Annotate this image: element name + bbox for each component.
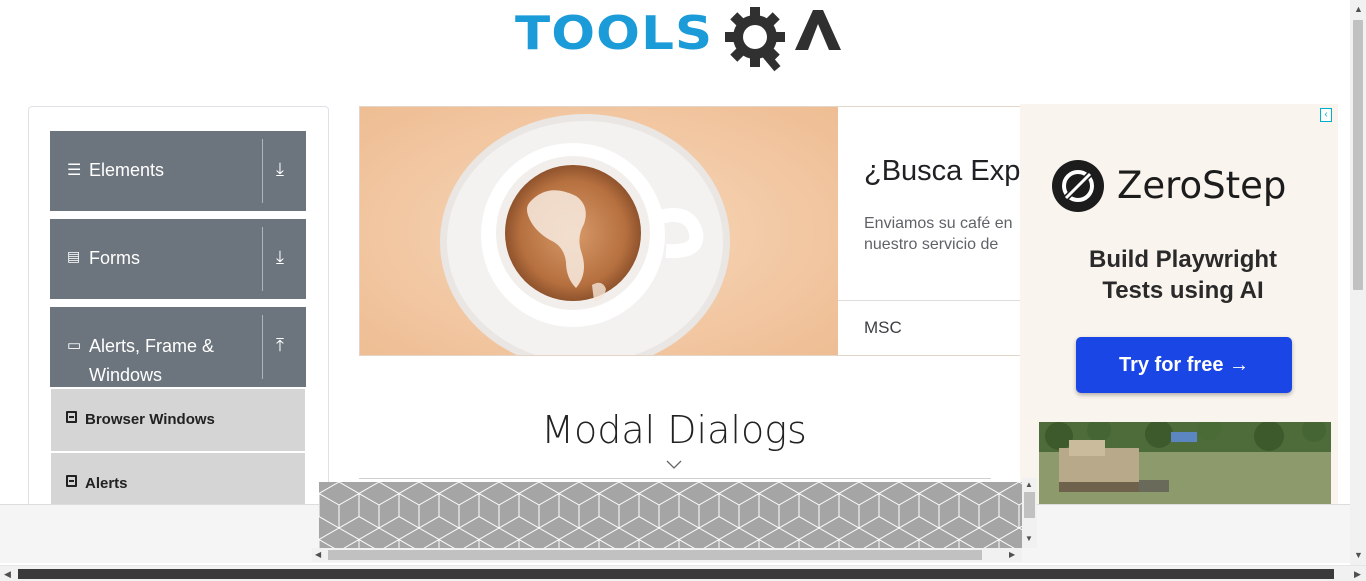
zerostep-logo-icon	[1052, 160, 1104, 212]
upload-arrow-icon[interactable]: ⤒	[276, 335, 284, 356]
window-horizontal-scrollbar[interactable]: ◀ ▶	[0, 565, 1366, 581]
scrollbar-thumb[interactable]	[1353, 20, 1363, 290]
scroll-left-arrow-icon[interactable]: ◀	[315, 550, 321, 560]
sidebar-group-label: Forms	[89, 248, 140, 268]
sidebar-item-label: Browser Windows	[85, 411, 215, 428]
separator	[262, 139, 263, 203]
download-arrow-icon[interactable]: ⤓	[276, 247, 284, 268]
sidebar-item-browser-windows[interactable]: Browser Windows	[51, 389, 305, 451]
ad-frame-horizontal-scrollbar[interactable]: ◀ ▶	[312, 548, 1022, 562]
scroll-down-arrow-icon[interactable]: ▼	[1354, 550, 1363, 560]
ad-description: Enviamos su café en nuestro servicio de	[864, 213, 1013, 255]
sidebar-group-alerts-frame-windows[interactable]: ▭ Alerts, Frame & Windows ⤒	[50, 307, 306, 387]
toolsqa-logo[interactable]: TOOLS	[515, 4, 841, 74]
ad-frame-vertical-scrollbar[interactable]: ▲ ▼	[1022, 478, 1037, 548]
ad-title: ¿Busca Expo	[864, 155, 1022, 187]
sidebar-item-label: Alerts	[85, 475, 128, 492]
scroll-right-arrow-icon[interactable]: ▶	[1009, 550, 1015, 560]
download-arrow-icon[interactable]: ⤓	[276, 159, 284, 180]
tagline-line1: Build Playwright	[1088, 246, 1277, 273]
window-icon: ▭	[67, 337, 82, 354]
adchoices-icon[interactable]: ‹	[1320, 108, 1332, 122]
sidebar-group-label-line2: Windows	[89, 365, 163, 385]
page-title: Modal Dialogs	[541, 408, 807, 452]
sidebar-group-elements[interactable]: ☰ Elements ⤓	[50, 131, 306, 211]
coffee-cup-image	[360, 107, 838, 355]
scroll-up-arrow-icon[interactable]: ▲	[1354, 4, 1363, 14]
chevron-down-icon	[666, 460, 682, 469]
logo-text: TOOLS	[515, 6, 714, 60]
scrollbar-thumb[interactable]	[1024, 492, 1035, 518]
sidebar-group-label-line1: Alerts, Frame &	[89, 336, 215, 356]
gear-magnifier-icon	[725, 7, 841, 72]
tagline-line2: Tests using AI	[1102, 277, 1264, 304]
separator	[262, 227, 263, 291]
ad-divider	[838, 300, 1021, 301]
scrollbar-thumb[interactable]	[18, 569, 1334, 579]
page: TOOLS ☰ Elements ⤓ ▤ Forms ⤓ ▭ Alerts, F…	[0, 0, 1366, 581]
tank-game-image	[1039, 422, 1331, 504]
scroll-up-arrow-icon[interactable]: ▲	[1025, 480, 1033, 490]
ad-brand: MSC	[864, 318, 902, 337]
try-for-free-button[interactable]: Try for free →	[1076, 337, 1292, 393]
window-vertical-scrollbar[interactable]: ▲ ▼	[1350, 0, 1366, 565]
zerostep-tagline: Build Playwright Tests using AI	[1020, 244, 1338, 306]
sidebar-group-forms[interactable]: ▤ Forms ⤓	[50, 219, 306, 299]
ad-banner[interactable]: ¿Busca Expo Enviamos su café en nuestro …	[359, 106, 1022, 356]
bottom-ad-frame[interactable]	[319, 482, 1022, 548]
scroll-left-arrow-icon[interactable]: ◀	[4, 569, 11, 579]
scroll-right-arrow-icon[interactable]: ▶	[1354, 569, 1361, 579]
zerostep-brand: ZeroStep	[1117, 164, 1287, 207]
separator	[262, 315, 263, 379]
zerostep-ad[interactable]: ‹ ZeroStep Build Playwright Tests using …	[1020, 104, 1338, 504]
html5-icon	[66, 411, 77, 423]
ad-desc-line1: Enviamos su café en	[864, 215, 1013, 232]
html5-icon	[66, 475, 77, 487]
document-icon: ▤	[67, 248, 81, 264]
scrollbar-thumb[interactable]	[328, 550, 982, 560]
ad-desc-line2: nuestro servicio de	[864, 236, 999, 253]
hamburger-icon: ☰	[67, 162, 82, 179]
heading-divider	[359, 478, 991, 479]
left-panel: ☰ Elements ⤓ ▤ Forms ⤓ ▭ Alerts, Frame &…	[28, 106, 329, 526]
sidebar-group-label: Elements	[89, 160, 165, 180]
scroll-down-arrow-icon[interactable]: ▼	[1025, 534, 1033, 544]
